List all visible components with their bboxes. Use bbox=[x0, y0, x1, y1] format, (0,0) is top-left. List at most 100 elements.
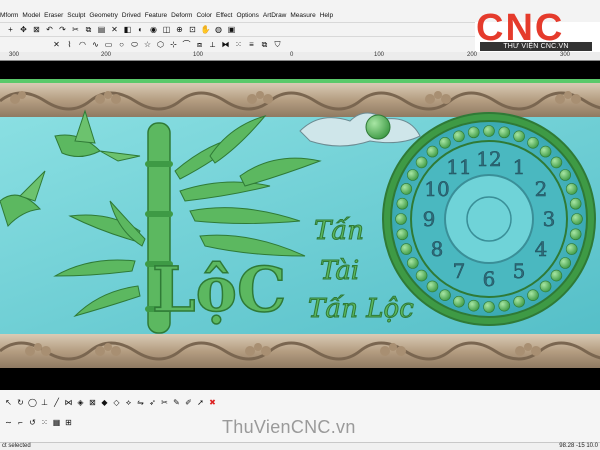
clock-bead bbox=[453, 130, 465, 143]
vector-icon[interactable]: ➶ bbox=[148, 398, 157, 407]
menu-item[interactable]: Feature bbox=[145, 12, 167, 19]
menu-item[interactable]: Geometry bbox=[89, 12, 118, 19]
relief-calligraphy-main: LộC bbox=[152, 253, 286, 326]
copy-icon[interactable]: ⧉ bbox=[84, 25, 93, 34]
menu-item[interactable]: Drived bbox=[122, 12, 141, 19]
diamond-icon[interactable]: ◆ bbox=[100, 398, 109, 407]
menu-item[interactable]: Deform bbox=[171, 12, 192, 19]
mirror-icon[interactable]: ⧓ bbox=[221, 40, 230, 49]
3d-viewport[interactable]: LộC Tấn Tài Tấn Lộc 12 1 2 3 4 5 6 7 8 9 10 11 bbox=[0, 61, 600, 390]
diamond-outline-icon[interactable]: ◇ bbox=[112, 398, 121, 407]
camera-icon[interactable]: ▣ bbox=[227, 25, 236, 34]
clock-bead bbox=[395, 213, 407, 225]
menu-item[interactable]: Eraser bbox=[44, 12, 63, 19]
clock-bead bbox=[483, 125, 495, 137]
shield-icon[interactable]: ⛉ bbox=[273, 40, 282, 49]
menu-item[interactable]: Options bbox=[237, 12, 259, 19]
ruler-tick: 100 bbox=[374, 52, 385, 58]
clock-bead bbox=[426, 280, 439, 293]
relief-canvas[interactable]: LộC Tấn Tài Tấn Lộc 12 12 3 45678 9 1011 bbox=[0, 61, 600, 390]
flip-icon[interactable]: ⇋ bbox=[136, 398, 145, 407]
grid-icon[interactable]: ▦ bbox=[52, 418, 61, 427]
shade-icon[interactable]: ◐ bbox=[136, 25, 145, 34]
line-icon[interactable]: ╱ bbox=[52, 398, 61, 407]
zoom-in-icon[interactable]: ⊕ bbox=[175, 25, 184, 34]
clock-bead bbox=[415, 156, 428, 169]
move-icon[interactable]: ✥ bbox=[19, 25, 28, 34]
clock-numeral: 12 bbox=[476, 147, 501, 171]
clock-numeral: 3 bbox=[543, 207, 556, 231]
rectangle-icon[interactable]: ▭ bbox=[104, 40, 113, 49]
clock-bead bbox=[569, 197, 582, 210]
menu-item[interactable]: Help bbox=[320, 12, 333, 19]
view-icon[interactable]: ◫ bbox=[162, 25, 171, 34]
delete-icon[interactable]: ✕ bbox=[110, 25, 119, 34]
menu-item[interactable]: Mform bbox=[0, 12, 18, 19]
menu-item[interactable]: ArtDraw bbox=[263, 12, 286, 19]
menu-item[interactable]: Measure bbox=[290, 12, 315, 19]
clock-bead bbox=[559, 169, 572, 181]
shape-icon[interactable]: ◉ bbox=[149, 25, 158, 34]
clock-bead bbox=[498, 126, 511, 139]
render-icon[interactable]: ◍ bbox=[214, 25, 223, 34]
menu-items: Mform Model Eraser Sculpt Geometry Drived Feat… bbox=[0, 12, 333, 19]
offset-icon[interactable]: ⧈ bbox=[195, 40, 204, 49]
group-icon[interactable]: ⧉ bbox=[260, 40, 269, 49]
polyline-icon[interactable]: ⌇ bbox=[65, 40, 74, 49]
select-icon[interactable]: + bbox=[6, 25, 15, 34]
relief-calligraphy-line: Tấn bbox=[314, 216, 364, 246]
pan-icon[interactable]: ✋ bbox=[201, 25, 211, 34]
clock-bead bbox=[467, 299, 480, 312]
fillet-icon[interactable]: ⌒ bbox=[182, 40, 191, 49]
clock-bead bbox=[550, 269, 563, 282]
align-icon[interactable]: ≡ bbox=[247, 40, 256, 49]
close-icon[interactable]: ✕ bbox=[52, 40, 61, 49]
perpendicular-icon[interactable]: ⊥ bbox=[40, 398, 49, 407]
clock-bead bbox=[559, 257, 572, 269]
circle-icon[interactable]: ○ bbox=[117, 40, 126, 49]
delete-x-icon[interactable]: ✖ bbox=[208, 398, 217, 407]
node-edit-icon[interactable]: ◈ bbox=[76, 398, 85, 407]
clock-bead bbox=[513, 130, 525, 143]
arc-icon[interactable]: ◠ bbox=[78, 40, 87, 49]
rotate-icon[interactable]: ↻ bbox=[16, 398, 25, 407]
weld-icon[interactable]: ⋈ bbox=[64, 398, 73, 407]
menu-item[interactable]: Effect bbox=[216, 12, 233, 19]
polygon-icon[interactable]: ⬡ bbox=[156, 40, 165, 49]
arrow-icon[interactable]: ➚ bbox=[196, 398, 205, 407]
transform-icon[interactable]: ⊠ bbox=[32, 25, 41, 34]
vector-toolbar: ✕ ⌇ ◠ ∿ ▭ ○ ⬭ ☆ ⬡ ⊹ ⌒ ⧈ ⟂ ⧓ ⁙ ≡ ⧉ ⛉ bbox=[0, 36, 475, 52]
clock-bead bbox=[569, 228, 582, 241]
status-right: 98.28 -15 10.0 bbox=[559, 443, 598, 449]
redo-icon[interactable]: ↷ bbox=[58, 25, 67, 34]
curve-icon[interactable]: ∿ bbox=[91, 40, 100, 49]
circle-tool-icon[interactable]: ◯ bbox=[28, 398, 37, 407]
menu-item[interactable]: Sculpt bbox=[67, 12, 85, 19]
ruler-tick: 0 bbox=[290, 52, 294, 58]
trim-icon[interactable]: ⟂ bbox=[208, 40, 217, 49]
array-icon[interactable]: ⁙ bbox=[40, 418, 49, 427]
array-icon[interactable]: ⁙ bbox=[234, 40, 243, 49]
paste-icon[interactable]: ▤ bbox=[97, 25, 106, 34]
menu-item[interactable]: Color bbox=[196, 12, 212, 19]
pointer-icon[interactable]: ↖ bbox=[4, 398, 13, 407]
clock-bead bbox=[400, 243, 413, 255]
transform-icon[interactable]: ⊠ bbox=[88, 398, 97, 407]
menu-item[interactable]: Model bbox=[22, 12, 40, 19]
scissors-icon[interactable]: ✂ bbox=[160, 398, 169, 407]
pen-alt-icon[interactable]: ✐ bbox=[184, 398, 193, 407]
undo-icon[interactable]: ↶ bbox=[45, 25, 54, 34]
spline-icon[interactable]: ∼ bbox=[4, 418, 13, 427]
ellipse-icon[interactable]: ⬭ bbox=[130, 40, 139, 49]
rotate-ccw-icon[interactable]: ↺ bbox=[28, 418, 37, 427]
corner-icon[interactable]: ⌐ bbox=[16, 418, 25, 427]
node-icon[interactable]: ⊹ bbox=[169, 40, 178, 49]
zoom-region-icon[interactable]: ⊡ bbox=[188, 25, 197, 34]
color-icon[interactable]: ◧ bbox=[123, 25, 132, 34]
cut-icon[interactable]: ✂ bbox=[71, 25, 80, 34]
diamond-alt-icon[interactable]: ⟡ bbox=[124, 398, 133, 407]
status-left: ct selected bbox=[2, 443, 31, 449]
pen-icon[interactable]: ✎ bbox=[172, 398, 181, 407]
star-icon[interactable]: ☆ bbox=[143, 40, 152, 49]
node-grid-icon[interactable]: ⊞ bbox=[64, 418, 73, 427]
